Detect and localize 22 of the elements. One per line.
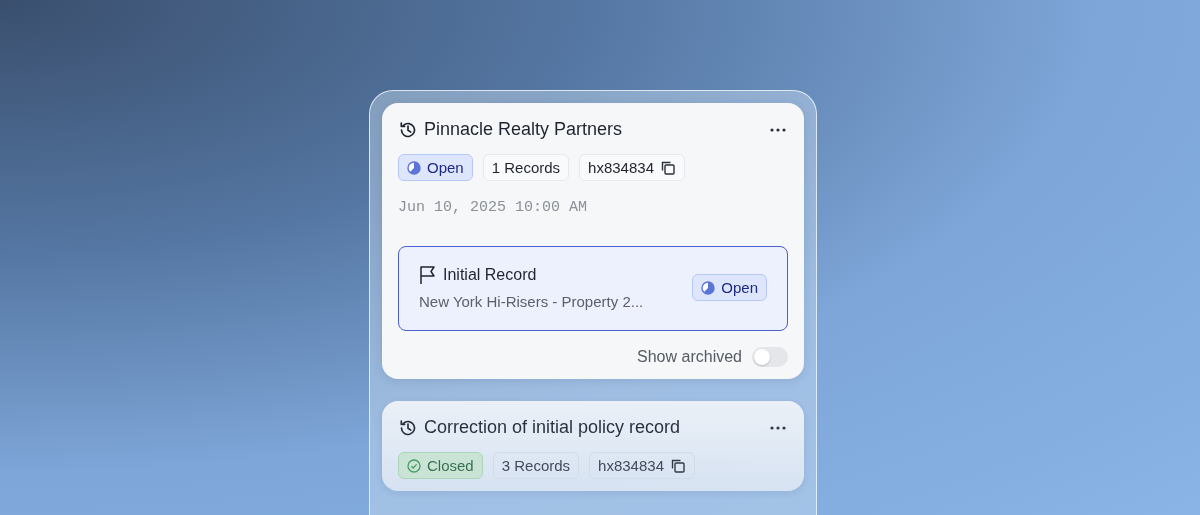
record-item[interactable]: Initial Record New York Hi-Risers - Property 2... Open: [398, 246, 788, 331]
record-id: hx834834: [588, 159, 654, 176]
record-title: Initial Record: [443, 266, 537, 284]
status-badge: Open: [692, 274, 767, 301]
card-title: Pinnacle Realty Partners: [424, 119, 624, 140]
history-icon: [398, 417, 418, 438]
records-count: 3 Records: [492, 452, 580, 479]
copy-icon[interactable]: [670, 457, 686, 474]
flag-icon: [419, 265, 437, 285]
toggle-label: Show archived: [637, 348, 742, 366]
record-subtitle: New York Hi-Risers - Property 2...: [419, 293, 644, 310]
record-id: hx834834: [598, 457, 664, 474]
archive-toggle[interactable]: [752, 347, 788, 367]
card-title: Correction of initial policy record: [424, 417, 682, 438]
status-badge: Closed: [398, 452, 483, 479]
more-icon[interactable]: [770, 127, 786, 132]
status-badge: Open: [398, 154, 473, 181]
records-count: 1 Records: [482, 154, 570, 181]
copy-icon[interactable]: [660, 159, 676, 176]
more-icon[interactable]: [770, 425, 786, 430]
timestamp: Jun 10, 2025 10:00 AM: [398, 199, 589, 216]
history-icon: [398, 119, 418, 140]
